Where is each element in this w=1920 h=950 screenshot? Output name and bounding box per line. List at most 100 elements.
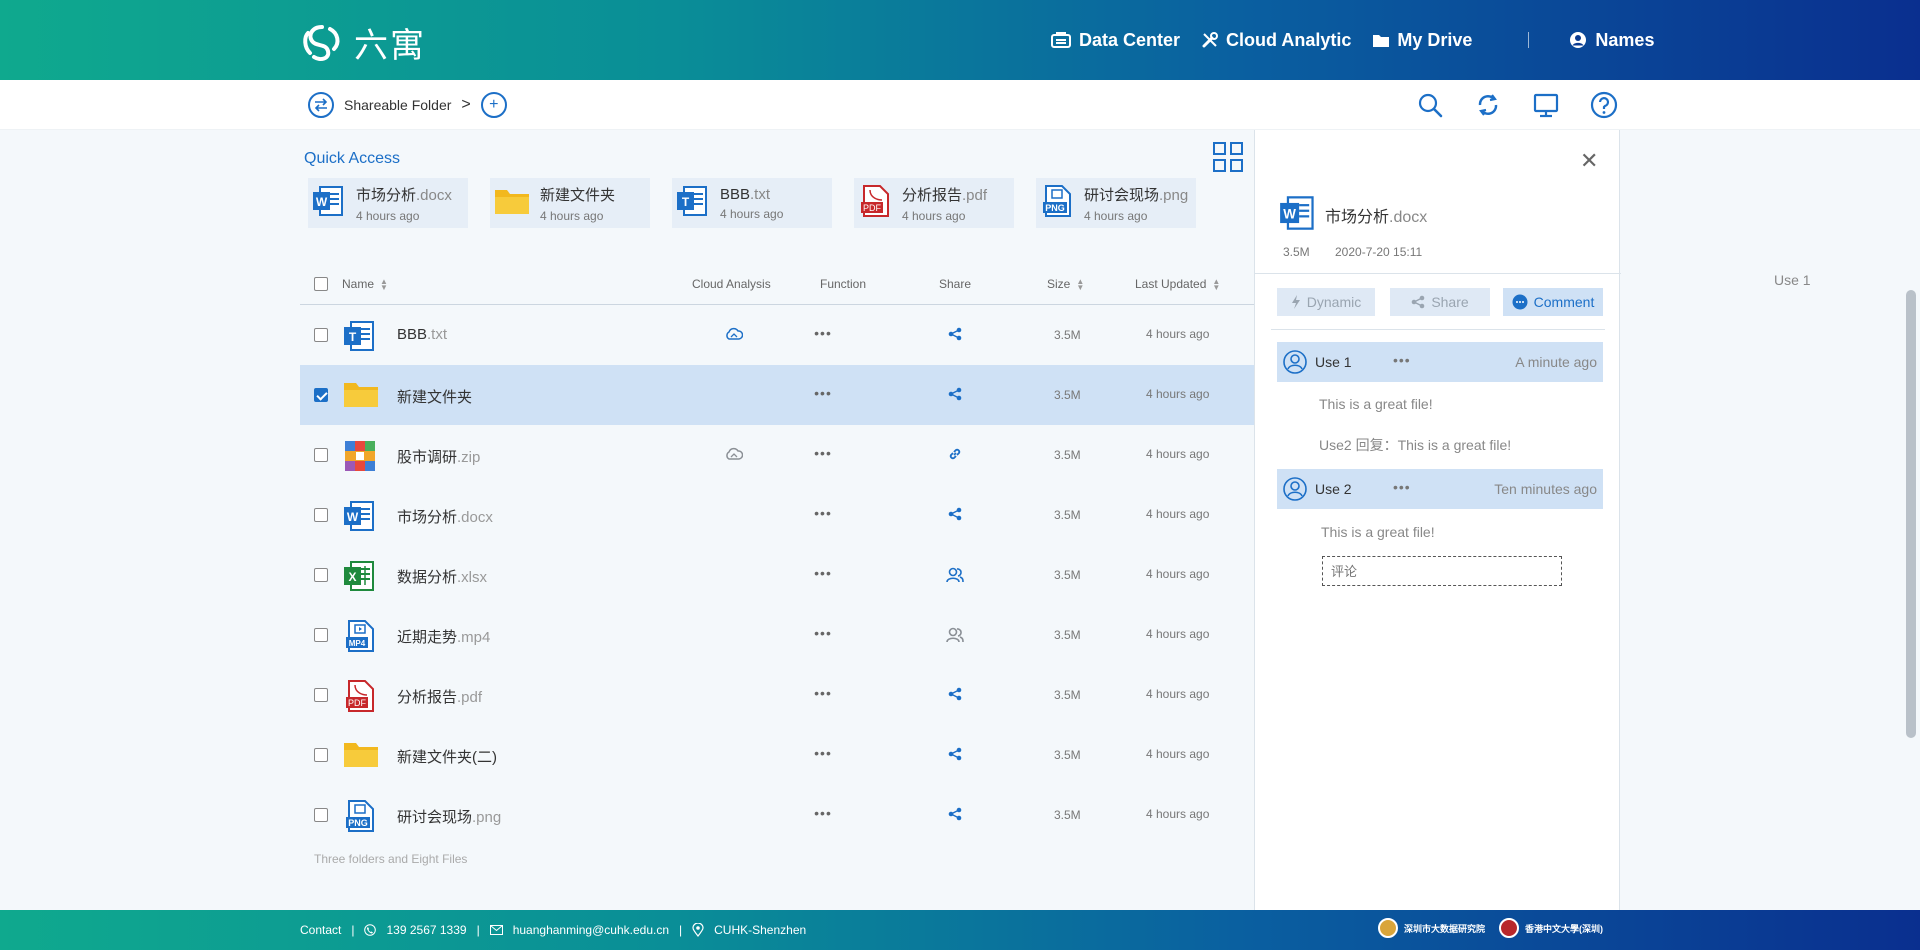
quick-access-item[interactable]: 新建文件夹 4 hours ago	[490, 178, 650, 228]
svg-text:T: T	[349, 330, 357, 344]
row-checkbox[interactable]	[314, 808, 328, 822]
sort-icon[interactable]: ▲ ▼	[1076, 277, 1084, 291]
file-size: 3.5M	[1054, 508, 1081, 522]
row-checkbox[interactable]	[314, 748, 328, 762]
quick-access-time: 4 hours ago	[1084, 208, 1148, 223]
nav-my-drive[interactable]: My Drive	[1373, 30, 1472, 51]
row-checkbox[interactable]	[314, 628, 328, 642]
pdf-icon: PDF	[858, 184, 892, 223]
more-options-icon[interactable]: •••	[813, 625, 833, 641]
nav-user[interactable]: Names	[1569, 30, 1654, 51]
search-icon[interactable]	[1416, 91, 1444, 119]
quick-access-name: BBB	[720, 185, 751, 203]
logo-mark-icon	[303, 24, 340, 61]
comment-time: Ten minutes ago	[1494, 481, 1597, 497]
cloud-analysis-icon[interactable]	[725, 447, 744, 466]
share-icon[interactable]	[948, 687, 962, 706]
file-name: 数据分析	[397, 569, 458, 586]
row-checkbox[interactable]	[314, 508, 328, 522]
column-last-updated[interactable]: Last Updated ▲ ▼	[1135, 277, 1220, 291]
table-row[interactable]: T BBB.txt ••• 3.5M 4 hours ago	[300, 305, 1254, 365]
file-size: 3.5M	[1054, 748, 1081, 762]
share-icon[interactable]	[948, 747, 962, 766]
partner-logo-2: 香港中文大學(深圳)	[1499, 918, 1603, 938]
app-logo[interactable]: 六寓	[300, 18, 426, 67]
row-checkbox[interactable]	[314, 328, 328, 342]
cloud-analysis-icon[interactable]	[725, 327, 744, 346]
share-icon[interactable]	[948, 807, 962, 826]
table-row[interactable]: PDF 分析报告.pdf ••• 3.5M 4 hours ago	[300, 665, 1254, 725]
table-row[interactable]: PNG 研讨会现场.png ••• 3.5M 4 hours ago	[300, 785, 1254, 845]
file-size: 3.5M	[1054, 448, 1081, 462]
switch-icon[interactable]	[308, 92, 334, 118]
more-options-icon[interactable]: •••	[813, 445, 833, 461]
row-checkbox[interactable]	[314, 568, 328, 582]
table-row[interactable]: 新建文件夹 ••• 3.5M 4 hours ago	[300, 365, 1254, 425]
more-options-icon[interactable]: •••	[813, 745, 833, 761]
quick-access-list: W 市场分析.docx 4 hours ago 新建文件夹 4 hours ago …	[308, 178, 1196, 228]
column-size[interactable]: Size ▲ ▼	[1047, 277, 1084, 291]
comment-header: Use 1 ••• A minute ago	[1277, 342, 1603, 382]
nav-data-center[interactable]: Data Center	[1051, 30, 1180, 51]
more-options-icon[interactable]: •••	[813, 685, 833, 701]
refresh-icon[interactable]	[1474, 91, 1502, 119]
add-icon[interactable]: +	[480, 92, 507, 118]
share-button[interactable]: Share	[1390, 288, 1490, 316]
more-options-icon[interactable]: •••	[813, 565, 833, 581]
user-avatar-icon	[1283, 350, 1307, 374]
more-options-icon[interactable]: •••	[1393, 352, 1411, 368]
footer-email[interactable]: huanghanming@cuhk.edu.cn	[513, 923, 669, 937]
file-size: 3.5M	[1054, 808, 1081, 822]
more-options-icon[interactable]: •••	[813, 505, 833, 521]
close-icon[interactable]: ✕	[1580, 148, 1598, 174]
sort-icon[interactable]: ▲ ▼	[380, 277, 388, 291]
quick-access-item[interactable]: PDF 分析报告.pdf 4 hours ago	[854, 178, 1014, 228]
users-icon[interactable]	[946, 627, 964, 648]
txt-icon: T	[343, 319, 377, 358]
file-list-area: Quick Access W 市场分析.docx 4 hours ago 新建文件…	[300, 130, 1254, 910]
quick-access-ext: .txt	[750, 185, 771, 203]
quick-access-item[interactable]: PNG 研讨会现场.png 4 hours ago	[1036, 178, 1196, 228]
comment-button[interactable]: Comment	[1503, 288, 1603, 316]
more-options-icon[interactable]: •••	[1393, 479, 1411, 495]
phone-icon	[364, 924, 377, 936]
file-ext: .docx	[457, 509, 493, 526]
row-checkbox[interactable]	[314, 448, 328, 462]
table-row[interactable]: 股市调研.zip ••• 3.5M 4 hours ago	[300, 425, 1254, 485]
comment-input[interactable]	[1322, 556, 1562, 586]
contact-link[interactable]: Contact	[300, 923, 341, 937]
share-icon[interactable]	[948, 387, 962, 406]
table-row[interactable]: 新建文件夹(二) ••• 3.5M 4 hours ago	[300, 725, 1254, 785]
more-options-icon[interactable]: •••	[813, 325, 833, 341]
more-options-icon[interactable]: •••	[813, 385, 833, 401]
quick-access-time: 4 hours ago	[720, 206, 784, 221]
comment-text: This is a great file!	[1321, 524, 1435, 540]
table-row[interactable]: W 市场分析.docx ••• 3.5M 4 hours ago	[300, 485, 1254, 545]
column-name[interactable]: Name ▲ ▼	[342, 277, 388, 291]
more-options-icon[interactable]: •••	[813, 805, 833, 821]
svg-text:W: W	[347, 510, 359, 524]
share-icon[interactable]	[948, 327, 962, 346]
link-icon[interactable]	[948, 447, 962, 466]
dynamic-button[interactable]: Dynamic	[1277, 288, 1375, 316]
nav-divider	[1528, 32, 1530, 48]
users-icon[interactable]	[946, 567, 964, 588]
select-all-checkbox[interactable]	[314, 277, 328, 291]
monitor-icon[interactable]	[1532, 91, 1560, 119]
quick-access-item[interactable]: T BBB.txt 4 hours ago	[672, 178, 832, 228]
breadcrumb-item[interactable]: Shareable Folder	[344, 97, 451, 113]
grid-view-icon[interactable]	[1213, 142, 1243, 172]
share-icon[interactable]	[948, 507, 962, 526]
scrollbar[interactable]	[1906, 290, 1916, 738]
quick-access-item[interactable]: W 市场分析.docx 4 hours ago	[308, 178, 468, 228]
user-name: Names	[1595, 29, 1655, 50]
nav-cloud-analytic[interactable]: Cloud Analytic	[1202, 30, 1351, 51]
table-row[interactable]: X 数据分析.xlsx ••• 3.5M 4 hours ago	[300, 545, 1254, 605]
table-row[interactable]: MP4 近期走势.mp4 ••• 3.5M 4 hours ago	[300, 605, 1254, 665]
logo-text: 六寓	[354, 26, 426, 66]
sort-icon[interactable]: ▲ ▼	[1212, 277, 1220, 291]
help-icon[interactable]	[1590, 91, 1618, 119]
row-checkbox[interactable]	[314, 388, 328, 402]
file-ext: .png	[472, 809, 502, 826]
row-checkbox[interactable]	[314, 688, 328, 702]
